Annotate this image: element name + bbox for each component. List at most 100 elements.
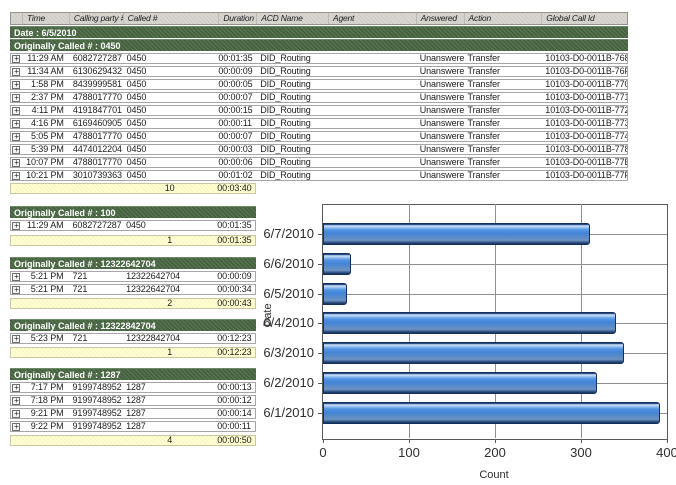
chart-bar xyxy=(323,402,660,424)
group-summary-row: 200:00:43 xyxy=(10,298,256,309)
call-row: +9:21 PM9199748952128700:00:14 xyxy=(10,408,256,419)
cell-called: 1287 xyxy=(122,409,217,418)
chart-x-tick xyxy=(323,439,324,443)
cell-called: 0450 xyxy=(123,54,219,63)
cell-called: 12322842704 xyxy=(122,334,217,343)
summary-total-duration: 00:00:50 xyxy=(217,436,255,445)
chart-category-label: 6/3/2010 xyxy=(258,346,314,360)
expand-cell: + xyxy=(11,107,22,115)
expand-cell: + xyxy=(11,172,22,180)
expand-plus-icon[interactable]: + xyxy=(12,146,20,154)
summary-total-duration: 00:00:43 xyxy=(217,299,255,308)
cell-answered: Unanswered xyxy=(416,132,464,141)
cell-calling: 4788017770 xyxy=(69,93,123,102)
cell-global_id: 10103-D0-0011B-768 xyxy=(541,54,627,63)
cell-duration: 00:00:34 xyxy=(217,285,255,294)
cell-time: 2:37 PM xyxy=(22,93,69,102)
expand-cell: + xyxy=(11,273,22,281)
expand-plus-icon[interactable]: + xyxy=(12,335,20,343)
chart-x-axis-title: Count xyxy=(444,469,544,481)
cell-global_id: 10103-D0-0011B-77E xyxy=(541,158,627,167)
column-header-acd: ACD Name xyxy=(256,13,328,24)
chart-bar xyxy=(323,372,597,394)
cell-called: 0450 xyxy=(123,171,219,180)
expand-cell: + xyxy=(11,159,22,167)
cell-global_id: 10103-D0-0011B-774 xyxy=(541,132,627,141)
expand-plus-icon[interactable]: + xyxy=(12,133,20,141)
expand-plus-icon[interactable]: + xyxy=(12,107,20,115)
cell-time: 11:29 AM xyxy=(22,54,69,63)
chart-y-tick xyxy=(318,383,322,384)
expand-plus-icon[interactable]: + xyxy=(12,273,20,281)
expand-plus-icon[interactable]: + xyxy=(12,120,20,128)
chart-x-tick-label: 300 xyxy=(561,445,601,460)
cell-called: 0450 xyxy=(123,80,219,89)
chart-category-label: 6/6/2010 xyxy=(258,257,314,271)
cell-calling: 8439999581 xyxy=(69,80,123,89)
cell-calling: 3010739363 xyxy=(69,171,123,180)
call-row: +7:18 PM9199748952128700:00:12 xyxy=(10,395,256,406)
cell-global_id: 10103-D0-0011B-772 xyxy=(541,106,627,115)
call-row: +11:29 AM6082727287045000:01:35DID_Routi… xyxy=(10,53,628,64)
cell-time: 11:29 AM xyxy=(22,221,69,230)
call-row: +5:05 PM4788017770045000:00:07DID_Routin… xyxy=(10,131,628,142)
cell-time: 5:21 PM xyxy=(22,285,69,294)
cell-duration: 00:00:11 xyxy=(218,119,256,128)
cell-time: 10:21 PM xyxy=(22,171,69,180)
cell-calling: 9199748952 xyxy=(69,422,123,431)
cell-acd: DID_Routing xyxy=(256,158,328,167)
cell-duration: 00:01:35 xyxy=(218,54,256,63)
cell-action: Transfer xyxy=(464,119,542,128)
cell-calling: 4474012204 xyxy=(69,145,123,154)
chart-bar xyxy=(323,342,624,364)
cell-called: 0450 xyxy=(123,106,219,115)
cell-answered: Unanswered xyxy=(416,106,464,115)
group-summary-row: 100:01:35 xyxy=(10,235,256,246)
cell-time: 1:58 PM xyxy=(22,80,69,89)
cell-called: 0450 xyxy=(123,132,219,141)
column-header-time: Time xyxy=(22,13,69,24)
date-group-header: Date : 6/5/2010 xyxy=(10,26,628,38)
chart-bar xyxy=(323,283,347,305)
cell-called: 0450 xyxy=(123,93,219,102)
column-header-action: Action xyxy=(464,13,542,24)
cell-global_id: 10103-D0-0011B-773 xyxy=(541,119,627,128)
cell-action: Transfer xyxy=(464,80,542,89)
expand-plus-icon[interactable]: + xyxy=(12,397,20,405)
expand-plus-icon[interactable]: + xyxy=(12,55,20,63)
expand-plus-icon[interactable]: + xyxy=(12,81,20,89)
chart-category-label: 6/1/2010 xyxy=(258,406,314,420)
expand-plus-icon[interactable]: + xyxy=(12,94,20,102)
expand-plus-icon[interactable]: + xyxy=(12,410,20,418)
summary-total-duration: 00:12:23 xyxy=(217,348,255,357)
expand-plus-icon[interactable]: + xyxy=(12,222,20,230)
cell-duration: 00:00:07 xyxy=(218,93,256,102)
cell-duration: 00:00:11 xyxy=(217,422,255,431)
call-row: +5:21 PM7211232264270400:00:34 xyxy=(10,284,256,295)
call-report-page: TimeCalling party #Called #DurationACD N… xyxy=(0,0,676,485)
expand-plus-icon[interactable]: + xyxy=(12,68,20,76)
expand-cell: + xyxy=(11,55,22,63)
expand-plus-icon[interactable]: + xyxy=(12,286,20,294)
cell-action: Transfer xyxy=(464,67,542,76)
column-header-calling: Calling party # xyxy=(69,13,123,24)
expand-plus-icon[interactable]: + xyxy=(12,384,20,392)
call-row: +5:23 PM7211232284270400:12:23 xyxy=(10,333,256,344)
chart-x-tick-label: 0 xyxy=(303,445,343,460)
cell-duration: 00:01:02 xyxy=(218,171,256,180)
cell-acd: DID_Routing xyxy=(256,67,328,76)
cell-duration: 00:00:12 xyxy=(217,396,255,405)
expand-cell: + xyxy=(11,410,22,418)
expand-cell: + xyxy=(11,384,22,392)
expand-plus-icon[interactable]: + xyxy=(12,423,20,431)
chart-x-tick-label: 200 xyxy=(475,445,515,460)
expand-plus-icon[interactable]: + xyxy=(12,159,20,167)
chart-x-tick xyxy=(581,439,582,443)
cell-action: Transfer xyxy=(464,132,542,141)
chart-y-tick xyxy=(318,294,322,295)
call-row: +5:21 PM7211232264270400:00:09 xyxy=(10,271,256,282)
calls-by-date-chart: Count Date 01002003004006/7/20106/6/2010… xyxy=(258,198,676,485)
expand-plus-icon[interactable]: + xyxy=(12,172,20,180)
cell-time: 4:11 PM xyxy=(22,106,69,115)
cell-time: 5:21 PM xyxy=(22,272,69,281)
